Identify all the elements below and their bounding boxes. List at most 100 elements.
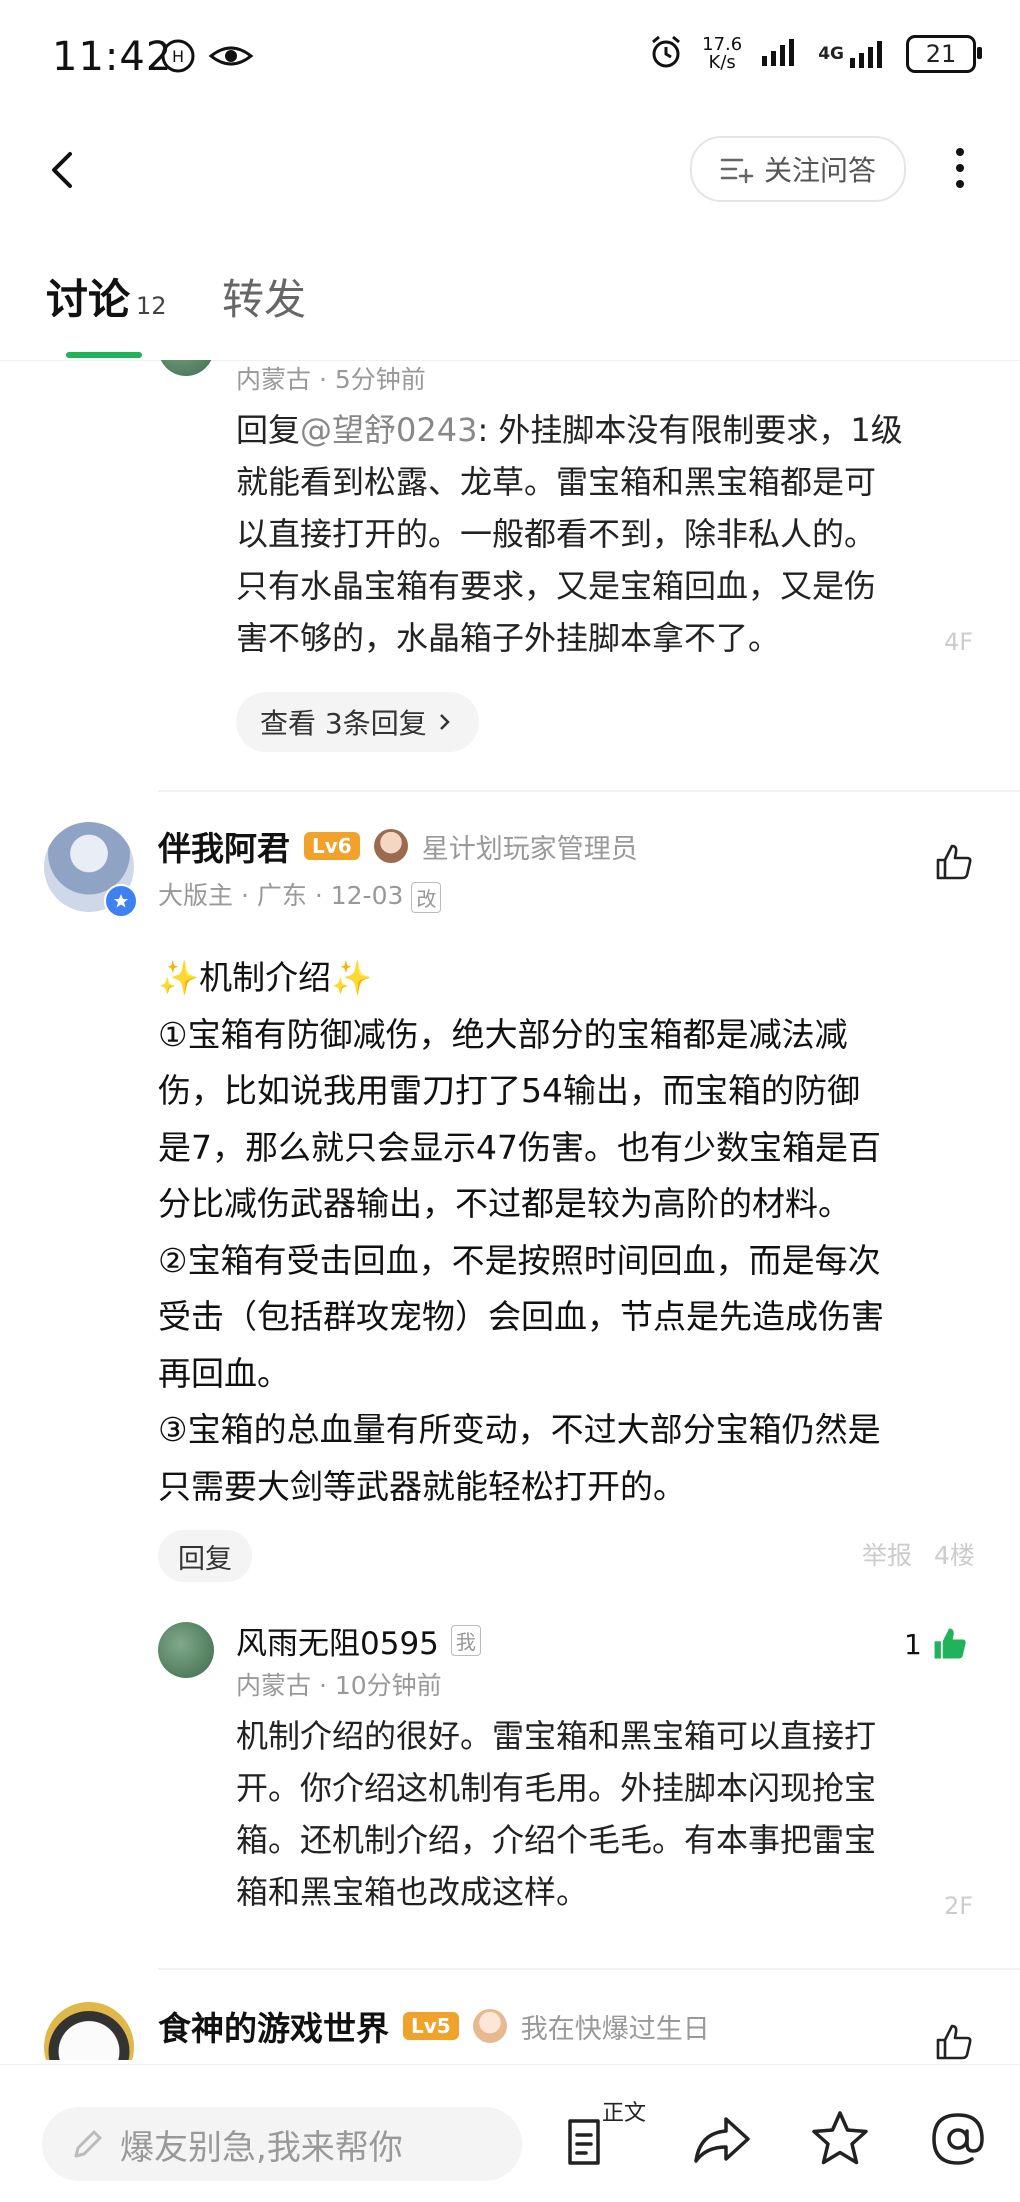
more-vertical-icon — [956, 148, 964, 188]
content-line: 只需要大剑等武器就能轻松打开的。 — [158, 1466, 686, 1506]
comment-input-placeholder: 爆友别急,我来帮你 — [120, 2127, 403, 2168]
comment-input[interactable]: 爆友别急,我来帮你 — [42, 2107, 522, 2181]
username[interactable]: 风雨无阻0595 — [236, 1618, 439, 1663]
view-replies-button[interactable]: 查看 3条回复 — [236, 692, 479, 752]
tab-discuss[interactable]: 讨论 12 — [46, 266, 167, 327]
avatar[interactable] — [44, 2002, 134, 2060]
top-bar: 关注问答 — [0, 120, 1020, 220]
floor-label: 2F — [944, 1892, 974, 1920]
reply-line: 就能看到松露、龙草。雷宝箱和黑宝箱都是可 — [236, 463, 877, 501]
net-speed-unit: K/s — [708, 52, 736, 73]
floor-label: 4F — [944, 628, 974, 656]
avatar[interactable] — [158, 1622, 214, 1678]
like-button[interactable] — [932, 840, 982, 890]
reply-line: 箱和黑宝箱也改成这样。 — [236, 1873, 589, 1911]
title-avatar-icon — [373, 829, 408, 863]
meta-dot: · — [314, 881, 331, 910]
thumbs-up-icon — [936, 844, 972, 880]
tab-discuss-count: 12 — [136, 292, 167, 320]
network-label: 4G — [818, 44, 844, 64]
pencil-icon — [74, 2130, 102, 2158]
signal-icon — [760, 36, 800, 72]
chevron-right-icon — [439, 714, 450, 730]
user-title: 星计划玩家管理员 — [421, 833, 638, 865]
sub-reply-content: 机制介绍的很好。雷宝箱和黑宝箱可以直接打 开。你介绍这机制有毛用。外挂脚本闪现抢… — [236, 1710, 976, 1918]
content-line: ③宝箱的总血量有所变动，不过大部分宝箱仍然是 — [158, 1410, 881, 1449]
status-left-icons: H — [160, 38, 254, 78]
edited-tag: 改 — [411, 881, 442, 913]
like-button[interactable]: 1 — [904, 1624, 970, 1664]
level-badge: Lv6 — [304, 832, 360, 860]
mention-link[interactable]: @望舒0243 — [300, 411, 477, 449]
thumbs-up-icon — [936, 2024, 972, 2060]
mention-button[interactable] — [926, 2107, 990, 2171]
divider — [158, 790, 1020, 792]
comment-feed[interactable]: 内蒙古 · 5分钟前 回复@望舒0243: 外挂脚本没有限制要求，1级 就能看到… — [0, 360, 1020, 2060]
sub-reply-header: 风雨无阻0595 我 — [236, 1618, 481, 1663]
comment-date: 12-03 — [330, 881, 404, 910]
comment-location: 广东 — [256, 881, 307, 910]
content-line: 受击（包括群攻宠物）会回血，节点是先造成伤害 — [158, 1297, 884, 1336]
reply-line: 开。你介绍这机制有毛用。外挂脚本闪现抢宝 — [236, 1769, 877, 1807]
username[interactable]: 食神的游戏世界 — [158, 2002, 389, 2050]
username[interactable]: 伴我阿君 — [158, 822, 290, 870]
more-options-button[interactable] — [940, 138, 980, 198]
battery-indicator: 21 — [906, 35, 982, 73]
meta-dot: · — [318, 1671, 335, 1700]
chevron-left-icon — [52, 152, 72, 188]
content-line: ✨机制介绍✨ — [158, 958, 373, 997]
status-bar: 11:42 H 17.6 K/s 4G 21 — [0, 0, 1020, 120]
tab-forward[interactable]: 转发 — [222, 266, 306, 327]
meta-dot: · — [240, 881, 257, 910]
hd-icon: H — [160, 38, 196, 78]
view-replies-label: 查看 3条回复 — [260, 707, 427, 740]
reply-line: 箱。还机制介绍，介绍个毛毛。有本事把雷宝 — [236, 1821, 877, 1859]
eye-icon — [208, 38, 254, 78]
reply-line: 只有水晶宝箱有要求，又是宝箱回血，又是伤 — [236, 567, 877, 605]
comment-header: 食神的游戏世界 Lv5 我在快爆过生日 — [158, 2002, 710, 2050]
reply-line: 回复@望舒0243: 外挂脚本没有限制要求，1级 — [236, 404, 976, 456]
comment-footer-right: 举报 4楼 — [862, 1536, 975, 1572]
reply-line: 害不够的，水晶箱子外挂脚本拿不了。 — [236, 619, 781, 657]
like-count: 1 — [904, 1627, 922, 1661]
reply-time: 5分钟前 — [334, 365, 426, 394]
share-button[interactable] — [690, 2107, 754, 2171]
network-4g-icon: 4G — [818, 38, 888, 70]
user-role: 大版主 — [158, 881, 234, 910]
reply-prefix: 回复 — [236, 411, 301, 449]
net-speed: 17.6 K/s — [702, 36, 742, 72]
reply-label: 回复 — [178, 1543, 232, 1575]
reply-time: 10分钟前 — [334, 1671, 442, 1700]
content-line: 伤，比如说我用雷刀打了54输出，而宝箱的防御 — [158, 1071, 860, 1110]
bottom-action-bar: 爆友别急,我来帮你 正文 — [0, 2064, 1020, 2202]
tab-bar: 讨论 12 转发 — [0, 240, 1020, 361]
reply-button[interactable]: 回复 — [158, 1530, 252, 1582]
meta-dot: · — [318, 365, 335, 394]
like-button[interactable] — [932, 2020, 982, 2060]
content-line: 再回血。 — [158, 1353, 290, 1393]
comment-content: ✨机制介绍✨ ①宝箱有防御减伤，绝大部分的宝箱都是减法减 伤，比如说我用雷刀打了… — [158, 950, 988, 1515]
follow-qa-button[interactable]: 关注问答 — [690, 136, 906, 202]
favorite-button[interactable] — [808, 2107, 872, 2171]
reply-location: 内蒙古 — [236, 1671, 312, 1700]
star-icon — [812, 2111, 868, 2165]
back-button[interactable] — [36, 140, 96, 200]
content-line: ②宝箱有受击回血，不是按照时间回血，而是每次 — [158, 1240, 881, 1280]
reply-content: 回复@望舒0243: 外挂脚本没有限制要求，1级 就能看到松露、龙草。雷宝箱和黑… — [236, 404, 976, 664]
content-line: 是7，那么就只会显示47伤害。也有少数宝箱是百 — [158, 1127, 881, 1167]
svg-text:H: H — [172, 47, 184, 66]
report-link[interactable]: 举报 — [862, 1541, 912, 1570]
divider — [158, 1968, 1020, 1970]
sub-reply-meta: 内蒙古 · 10分钟前 — [236, 1666, 442, 1702]
alarm-icon — [648, 34, 684, 74]
tab-discuss-label: 讨论 — [46, 275, 131, 324]
main-text-button[interactable]: 正文 — [562, 2101, 646, 2171]
reply-meta: 内蒙古 · 5分钟前 — [236, 360, 426, 396]
reply-line-text: : 外挂脚本没有限制要求，1级 — [477, 411, 903, 449]
avatar[interactable] — [158, 360, 214, 376]
at-sign-icon — [932, 2113, 984, 2165]
screen: 11:42 H 17.6 K/s 4G 21 关注问答 讨论 12 转发 内蒙古… — [0, 0, 1020, 2202]
active-tab-indicator — [66, 352, 142, 358]
content-line: 分比减伤武器输出，不过都是较为高阶的材料。 — [158, 1184, 851, 1223]
status-time: 11:42 — [52, 34, 173, 80]
